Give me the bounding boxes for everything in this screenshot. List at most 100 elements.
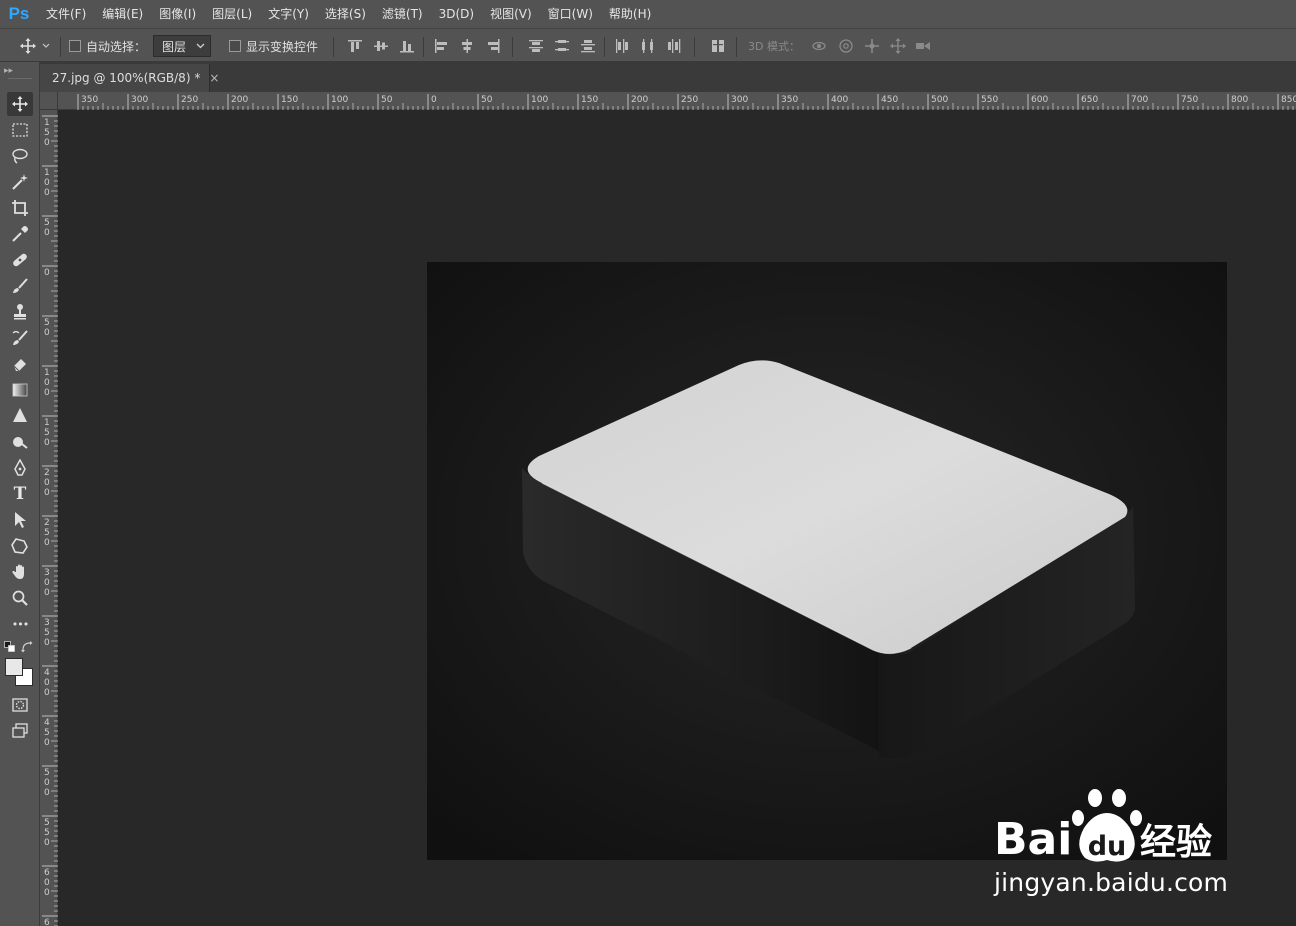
distribute-vertical-center-icon[interactable]: [554, 38, 570, 54]
ruler-label: 250: [44, 518, 50, 548]
ruler-label: 50: [381, 95, 393, 105]
eraser-tool[interactable]: [7, 352, 33, 376]
dodge-tool[interactable]: [7, 430, 33, 454]
auto-select-label: 自动选择：: [86, 39, 147, 54]
3d-pan-icon[interactable]: [864, 38, 880, 54]
ruler-label: 6: [44, 918, 50, 926]
distribute-top-icon[interactable]: [528, 38, 544, 54]
gradient-icon: [12, 383, 28, 397]
menu-select[interactable]: 选择(S): [317, 0, 374, 28]
align-top-icon[interactable]: [347, 38, 363, 54]
eyedropper-icon: [12, 226, 28, 242]
baidu-paw-logo: Bai du 经验: [994, 789, 1212, 865]
menu-image[interactable]: 图像(I): [151, 0, 204, 28]
zoom-tool[interactable]: [7, 586, 33, 610]
path-selection-tool[interactable]: [7, 508, 33, 532]
pen-tool[interactable]: [7, 456, 33, 480]
menu-help[interactable]: 帮助(H): [601, 0, 659, 28]
hand-tool[interactable]: [7, 560, 33, 584]
ruler-label: 600: [1031, 95, 1049, 105]
marquee-tool[interactable]: [7, 118, 33, 142]
align-bottom-icon[interactable]: [399, 38, 415, 54]
menu-3d[interactable]: 3D(D): [431, 0, 482, 28]
photo-box-image: [427, 262, 1227, 860]
align-right-icon[interactable]: [485, 38, 501, 54]
eyedropper-tool[interactable]: [7, 222, 33, 246]
watermark-brand-mid: du: [1088, 831, 1127, 862]
align-vertical-center-icon[interactable]: [373, 38, 389, 54]
pen-icon: [14, 459, 26, 476]
horizontal-ruler[interactable]: 350 300 250 200 150 100 50 0 50 100 150 200 250 300 35…: [58, 92, 1296, 110]
chevron-down-icon: [196, 43, 205, 49]
ruler-label: 300: [44, 568, 50, 598]
ruler-label: 450: [44, 718, 50, 748]
ruler-origin[interactable]: [40, 92, 58, 110]
menu-type[interactable]: 文字(Y): [260, 0, 317, 28]
move-tool-preset[interactable]: [20, 29, 50, 63]
ruler-label: 550: [981, 95, 999, 105]
blur-tool[interactable]: [7, 404, 33, 428]
ruler-label: 300: [731, 95, 749, 105]
panel-collapse-icon[interactable]: ▸▸: [4, 66, 13, 76]
ruler-label: 650: [1081, 95, 1099, 105]
brush-tool[interactable]: [7, 274, 33, 298]
magic-wand-icon: [12, 174, 28, 190]
history-brush-tool[interactable]: [7, 326, 33, 350]
vertical-ruler[interactable]: 150 100 50 0 50 100 150 200 250 300 350 400 450 500 55…: [40, 110, 58, 926]
align-left-icon[interactable]: [433, 38, 449, 54]
distribute-horizontal-center-icon[interactable]: [640, 38, 656, 54]
gradient-tool[interactable]: [7, 378, 33, 402]
menu-layer[interactable]: 图层(L): [204, 0, 260, 28]
move-tool[interactable]: [7, 92, 33, 116]
swap-colors-icon[interactable]: [21, 641, 33, 653]
baidu-jingyan-watermark: Bai du 经验: [994, 788, 1224, 871]
crop-tool[interactable]: [7, 196, 33, 220]
document-canvas[interactable]: [427, 262, 1227, 860]
ruler-label: 100: [44, 368, 50, 398]
distribute-left-icon[interactable]: [614, 38, 630, 54]
quick-mask-button[interactable]: [7, 693, 33, 717]
more-tools[interactable]: •••: [7, 612, 33, 636]
menu-file[interactable]: 文件(F): [38, 0, 94, 28]
dodge-icon: [13, 437, 28, 449]
hand-icon: [12, 564, 24, 579]
ruler-label: 300: [131, 95, 149, 105]
ruler-label: 750: [1181, 95, 1199, 105]
screen-mode-button[interactable]: [7, 719, 33, 743]
menu-bar: Ps 文件(F) 编辑(E) 图像(I) 图层(L) 文字(Y) 选择(S) 滤…: [0, 0, 1296, 28]
clone-stamp-tool[interactable]: [7, 300, 33, 324]
3d-roll-icon[interactable]: [838, 38, 854, 54]
default-colors-icon[interactable]: [4, 641, 16, 653]
lasso-tool[interactable]: [7, 144, 33, 168]
ruler-label: 100: [331, 95, 349, 105]
custom-shape-icon: [11, 538, 28, 554]
blur-icon: [13, 408, 27, 422]
magnifier-icon: [12, 590, 28, 606]
menu-view[interactable]: 视图(V): [482, 0, 540, 28]
document-tab-title: 27.jpg @ 100%(RGB/8) *: [52, 71, 201, 85]
bandage-icon: [13, 253, 27, 267]
3d-scale-icon[interactable]: [915, 38, 931, 54]
type-tool[interactable]: T: [7, 482, 33, 506]
menu-edit[interactable]: 编辑(E): [94, 0, 151, 28]
foreground-color-swatch[interactable]: [5, 658, 23, 676]
distribute-right-icon[interactable]: [666, 38, 682, 54]
ruler-label: 200: [231, 95, 249, 105]
menu-window[interactable]: 窗口(W): [540, 0, 601, 28]
distribute-bottom-icon[interactable]: [580, 38, 596, 54]
menu-filter[interactable]: 滤镜(T): [374, 0, 431, 28]
healing-brush-tool[interactable]: [7, 248, 33, 272]
auto-align-icon[interactable]: [710, 38, 726, 54]
close-icon[interactable]: ×: [209, 71, 219, 85]
document-tab[interactable]: 27.jpg @ 100%(RGB/8) * ×: [40, 64, 219, 92]
3d-rotate-icon[interactable]: [811, 38, 827, 54]
3d-slide-icon[interactable]: [890, 38, 906, 54]
ruler-label: 250: [681, 95, 699, 105]
auto-select-target-dropdown[interactable]: 图层: [153, 35, 211, 57]
show-transform-checkbox[interactable]: [229, 40, 241, 52]
align-horizontal-center-icon[interactable]: [459, 38, 475, 54]
stamp-icon: [14, 304, 26, 320]
shape-tool[interactable]: [7, 534, 33, 558]
magic-wand-tool[interactable]: [7, 170, 33, 194]
auto-select-checkbox[interactable]: [69, 40, 81, 52]
